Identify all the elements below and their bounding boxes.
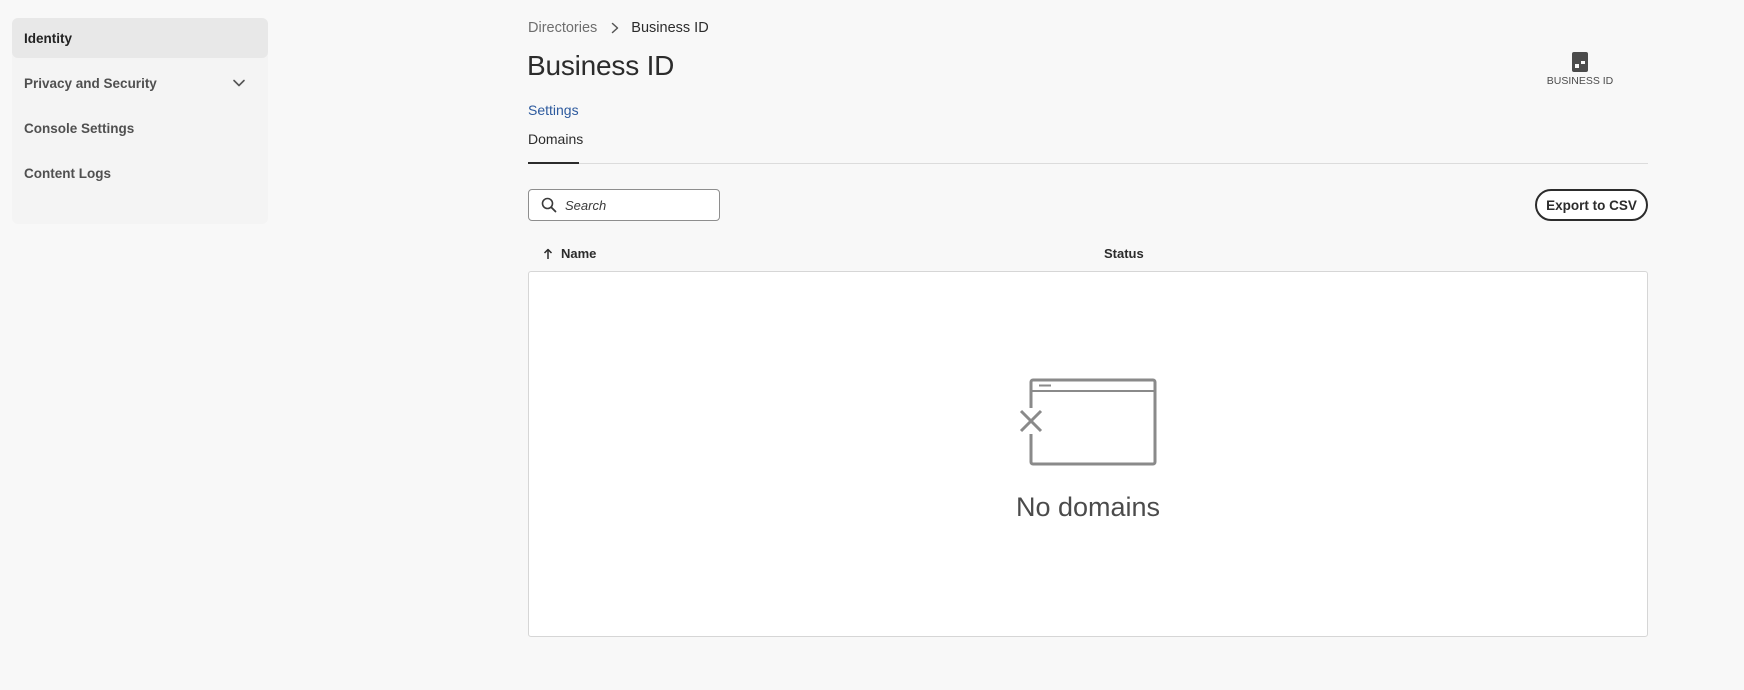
empty-state-message: No domains xyxy=(1015,492,1161,522)
sidebar-item-label: Privacy and Security xyxy=(24,75,157,91)
sidebar-item-content-logs[interactable]: Content Logs xyxy=(12,153,268,193)
search-icon xyxy=(541,197,557,213)
chevron-right-icon xyxy=(612,22,619,34)
tab-domains[interactable]: Domains xyxy=(528,131,583,147)
search-field[interactable] xyxy=(528,189,720,221)
breadcrumb-directories-link[interactable]: Directories xyxy=(528,20,597,36)
sidebar: Identity Privacy and Security Console Se… xyxy=(12,18,268,224)
sidebar-item-label: Identity xyxy=(24,30,73,46)
sidebar-item-label: Console Settings xyxy=(24,120,135,136)
sidebar-item-console-settings[interactable]: Console Settings xyxy=(12,108,268,148)
sidebar-item-label: Content Logs xyxy=(24,165,111,181)
badge-label: BUSINESS ID xyxy=(1546,75,1614,87)
column-header-status[interactable]: Status xyxy=(1104,246,1144,261)
tab-settings[interactable]: Settings xyxy=(528,102,579,118)
business-id-icon xyxy=(1572,52,1588,72)
page-title: Business ID xyxy=(527,50,675,81)
chevron-down-icon[interactable] xyxy=(232,76,246,90)
tab-selected-indicator xyxy=(528,162,579,164)
search-input[interactable] xyxy=(563,196,713,214)
breadcrumb: Directories Business ID xyxy=(528,20,709,36)
column-header-name[interactable]: Name xyxy=(543,246,596,261)
sidebar-item-privacy-and-security[interactable]: Privacy and Security xyxy=(12,63,268,103)
domains-table: No domains xyxy=(528,271,1648,637)
export-to-csv-button[interactable]: Export to CSV xyxy=(1535,189,1648,221)
business-id-badge: BUSINESS ID xyxy=(1540,52,1620,87)
sort-ascending-icon xyxy=(543,248,553,259)
empty-state-icon xyxy=(1019,378,1157,466)
sidebar-item-identity[interactable]: Identity xyxy=(12,18,268,58)
breadcrumb-current: Business ID xyxy=(631,20,709,36)
column-header-status-label: Status xyxy=(1104,246,1144,261)
tab-divider xyxy=(528,163,1648,164)
column-header-name-label: Name xyxy=(561,246,597,261)
